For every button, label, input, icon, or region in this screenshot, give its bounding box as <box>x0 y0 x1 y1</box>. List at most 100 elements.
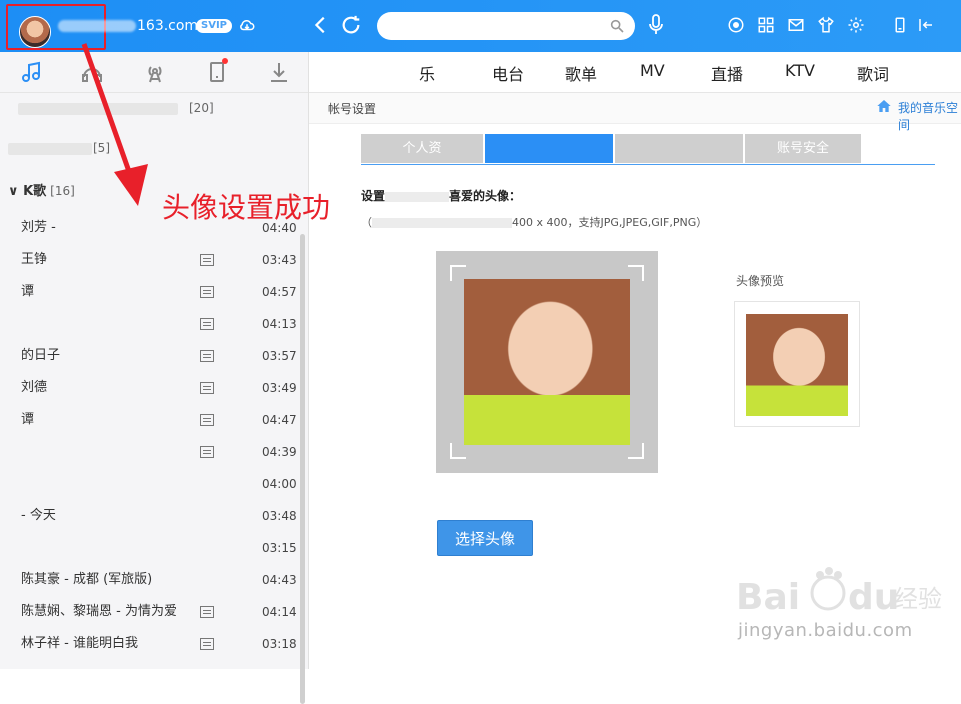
svg-text:Bai: Bai <box>736 577 800 618</box>
main-nav: 乐 电台 歌单 MV 直播 KTV 歌词 <box>309 52 961 93</box>
account-tabs: 个人资 账号安全 <box>361 134 935 165</box>
hint-head: （ <box>361 216 372 229</box>
group-name: K歌 <box>23 184 47 199</box>
username-label[interactable]: 163.com <box>137 18 198 34</box>
song-row[interactable]: 的日子 03:57 <box>0 340 300 372</box>
tab-download[interactable] <box>267 60 291 84</box>
nav-item[interactable]: 直播 <box>711 61 743 85</box>
song-title: 刘德 <box>21 380 48 395</box>
mv-film-icon[interactable] <box>200 606 214 618</box>
mv-film-icon[interactable] <box>200 318 214 330</box>
song-row[interactable]: 陈其豪 - 成都 (军旅版) 04:43 <box>0 564 300 596</box>
preview-photo <box>746 314 848 416</box>
svip-badge[interactable]: SVIP <box>196 19 232 33</box>
refresh-icon[interactable] <box>340 14 362 36</box>
mv-film-icon[interactable] <box>200 446 214 458</box>
nav-item[interactable]: 乐 <box>419 61 435 85</box>
song-duration: 04:39 <box>262 445 297 459</box>
choose-avatar-button[interactable]: 选择头像 <box>437 520 533 556</box>
skin-shirt-icon[interactable] <box>817 16 835 34</box>
tab-account-security[interactable]: 账号安全 <box>745 134 861 163</box>
song-title: 的日子 <box>21 348 61 363</box>
sidebar-scrollbar[interactable] <box>300 234 305 704</box>
tab-music[interactable] <box>20 60 44 84</box>
song-title: 陈慧娴、黎瑞恩 - 为情为爱 <box>21 604 177 619</box>
song-row[interactable]: 03:15 <box>0 532 300 564</box>
song-duration: 04:00 <box>262 477 297 491</box>
set-label-tail: 喜爱的头像： <box>449 189 522 203</box>
nav-item[interactable]: 歌词 <box>857 61 889 85</box>
exit-icon[interactable] <box>917 16 935 34</box>
song-row[interactable]: 林子祥 - 谁能明白我 03:18 <box>0 628 300 660</box>
download-icon <box>271 63 287 82</box>
user-avatar[interactable] <box>19 16 51 48</box>
song-title: 陈其豪 - 成都 (军旅版) <box>21 572 153 587</box>
settings-gear-icon[interactable] <box>847 16 865 34</box>
microphone-icon[interactable] <box>648 14 664 36</box>
crop-handle[interactable] <box>628 265 644 281</box>
tab-third[interactable] <box>615 134 743 163</box>
avatar-crop-area[interactable] <box>436 251 658 473</box>
music-note-icon <box>22 61 40 82</box>
mv-film-icon[interactable] <box>200 286 214 298</box>
song-title: 刘芳 - <box>21 220 56 235</box>
mini-mode-icon[interactable] <box>891 16 909 34</box>
song-row[interactable]: 谭 04:57 <box>0 276 300 308</box>
hint-tail: 400 x 400，支持JPG,JPEG,GIF,PNG） <box>512 216 708 229</box>
crop-handle[interactable] <box>628 443 644 459</box>
crop-handle[interactable] <box>450 443 466 459</box>
watermark-url: jingyan.baidu.com <box>738 620 913 641</box>
song-row[interactable]: 04:39 <box>0 436 300 468</box>
nav-item[interactable]: 歌单 <box>565 61 597 85</box>
search-input[interactable] <box>389 12 613 40</box>
nav-item[interactable]: KTV <box>785 61 815 80</box>
song-duration: 03:49 <box>262 381 297 395</box>
nav-item[interactable]: 电台 <box>492 61 524 85</box>
crop-handle[interactable] <box>450 265 466 281</box>
song-duration: 03:43 <box>262 253 297 267</box>
avatar-preview <box>734 301 860 427</box>
blurred-username <box>58 20 136 32</box>
song-title: 林子祥 - 谁能明白我 <box>21 636 138 651</box>
tab-profile[interactable]: 个人资 <box>361 134 483 163</box>
song-duration: 03:48 <box>262 509 297 523</box>
song-row[interactable]: - 今天 03:48 <box>0 500 300 532</box>
mail-icon[interactable] <box>787 16 805 34</box>
mv-film-icon[interactable] <box>200 414 214 426</box>
nav-item[interactable]: MV <box>640 61 665 80</box>
song-row[interactable]: 04:00 <box>0 468 300 500</box>
song-duration: 03:18 <box>262 637 297 651</box>
song-row[interactable]: 04:13 <box>0 308 300 340</box>
chevron-down-icon: ∨ <box>8 184 19 199</box>
song-row[interactable]: 王铮 03:43 <box>0 244 300 276</box>
home-icon[interactable] <box>876 98 892 114</box>
cloud-icon[interactable] <box>238 16 256 34</box>
apps-grid-icon[interactable] <box>757 16 775 34</box>
annotation-arrow <box>81 43 148 206</box>
song-duration: 04:13 <box>262 317 297 331</box>
tab-avatar[interactable] <box>485 134 613 163</box>
search-icon[interactable] <box>609 18 625 34</box>
song-duration: 04:47 <box>262 413 297 427</box>
target-icon[interactable] <box>727 16 745 34</box>
breadcrumb-label: 帐号设置 <box>328 102 377 116</box>
crop-frame[interactable] <box>464 279 630 445</box>
set-label-head: 设置 <box>361 189 386 203</box>
song-row[interactable]: 陈慧娴、黎瑞恩 - 为情为爱 04:14 <box>0 596 300 628</box>
back-icon[interactable] <box>310 14 332 36</box>
song-row[interactable]: 刘德 03:49 <box>0 372 300 404</box>
song-row[interactable]: 谭 04:47 <box>0 404 300 436</box>
search-box[interactable] <box>377 12 635 40</box>
mv-film-icon[interactable] <box>200 638 214 650</box>
song-title: 谭 <box>21 412 35 427</box>
mv-film-icon[interactable] <box>200 350 214 362</box>
playlist-group-header[interactable]: ∨ K歌 [16] <box>8 180 75 199</box>
mv-film-icon[interactable] <box>200 382 214 394</box>
song-duration: 04:14 <box>262 605 297 619</box>
notification-dot <box>222 58 228 64</box>
breadcrumb: 帐号设置 我的音乐空间 <box>309 93 961 132</box>
song-duration: 04:43 <box>262 573 297 587</box>
my-music-space-link[interactable]: 我的音乐空间 <box>898 99 961 133</box>
avatar-photo <box>464 279 630 445</box>
mv-film-icon[interactable] <box>200 254 214 266</box>
